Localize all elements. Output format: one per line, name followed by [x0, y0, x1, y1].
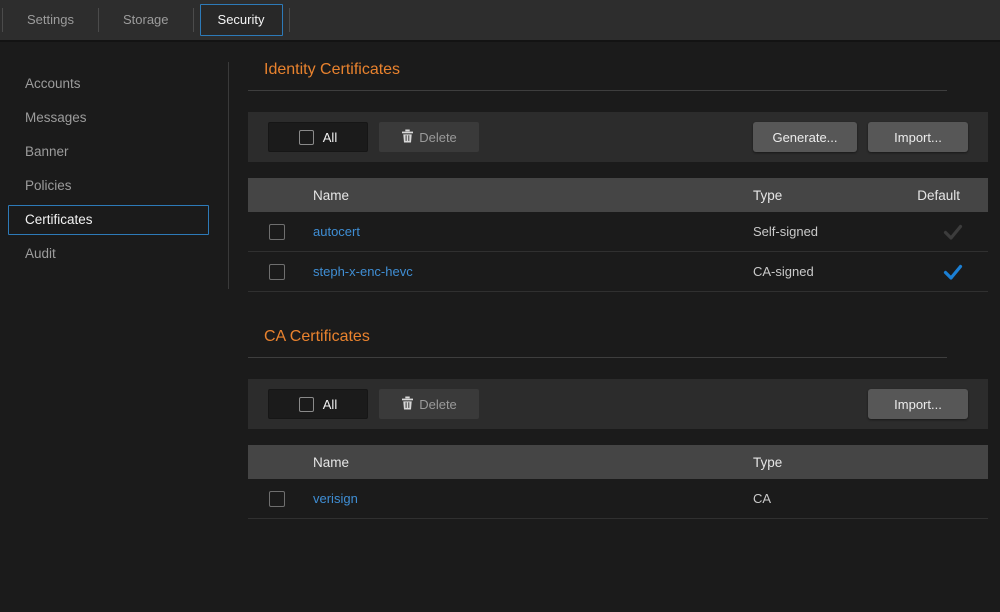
- select-all-button[interactable]: All: [268, 122, 368, 152]
- table-header: Name Type: [248, 445, 988, 479]
- ca-certificates-table: Name Type verisign CA: [248, 445, 988, 519]
- tab-storage[interactable]: Storage: [99, 0, 193, 41]
- delete-label: Delete: [419, 397, 457, 412]
- select-all-label: All: [323, 130, 337, 145]
- sidebar-item-certificates[interactable]: Certificates: [8, 205, 209, 235]
- column-header-default: Default: [908, 188, 988, 203]
- table-row: steph-x-enc-hevc CA-signed: [248, 252, 988, 292]
- delete-label: Delete: [419, 130, 457, 145]
- default-check-icon[interactable]: [942, 223, 964, 241]
- row-checkbox[interactable]: [269, 224, 285, 240]
- column-header-name: Name: [313, 455, 753, 470]
- sidebar-item-policies[interactable]: Policies: [8, 171, 209, 201]
- import-button[interactable]: Import...: [868, 389, 968, 419]
- title-divider: [248, 357, 947, 358]
- select-all-button[interactable]: All: [268, 389, 368, 419]
- row-checkbox[interactable]: [269, 491, 285, 507]
- column-header-type: Type: [753, 455, 988, 470]
- tab-separator: [289, 8, 290, 32]
- delete-button[interactable]: Delete: [379, 122, 479, 152]
- sidebar-divider: [228, 62, 229, 289]
- sidebar-item-audit[interactable]: Audit: [8, 239, 209, 269]
- identity-certificates-table: Name Type Default autocert Self-signed: [248, 178, 988, 292]
- default-check-icon[interactable]: [942, 263, 964, 281]
- tab-security[interactable]: Security: [200, 4, 283, 36]
- certificate-link[interactable]: verisign: [313, 491, 358, 506]
- certificate-type: CA: [753, 491, 988, 506]
- certificate-link[interactable]: autocert: [313, 224, 360, 239]
- certificate-link[interactable]: steph-x-enc-hevc: [313, 264, 413, 279]
- import-button[interactable]: Import...: [868, 122, 968, 152]
- tab-settings[interactable]: Settings: [3, 0, 98, 41]
- identity-certificates-section: Identity Certificates All: [248, 61, 988, 292]
- sidebar-item-banner[interactable]: Banner: [8, 137, 209, 167]
- row-checkbox[interactable]: [269, 264, 285, 280]
- identity-certificates-title: Identity Certificates: [248, 61, 988, 79]
- column-header-name: Name: [313, 188, 753, 203]
- identity-toolbar: All Delete Generate...: [248, 112, 988, 162]
- select-all-checkbox[interactable]: [299, 397, 314, 412]
- select-all-label: All: [323, 397, 337, 412]
- table-row: verisign CA: [248, 479, 988, 519]
- sidebar-item-accounts[interactable]: Accounts: [8, 69, 209, 99]
- ca-certificates-title: CA Certificates: [248, 328, 988, 346]
- certificate-type: CA-signed: [753, 264, 908, 279]
- top-tab-bar: Settings Storage Security: [0, 0, 1000, 42]
- certificate-type: Self-signed: [753, 224, 908, 239]
- title-divider: [248, 90, 947, 91]
- ca-certificates-section: CA Certificates All: [248, 328, 988, 519]
- main-content: Identity Certificates All: [248, 42, 988, 610]
- delete-button[interactable]: Delete: [379, 389, 479, 419]
- trash-icon: [401, 129, 414, 146]
- sidebar: Accounts Messages Banner Policies Certif…: [0, 42, 228, 610]
- table-row: autocert Self-signed: [248, 212, 988, 252]
- select-all-checkbox[interactable]: [299, 130, 314, 145]
- sidebar-item-messages[interactable]: Messages: [8, 103, 209, 133]
- generate-button[interactable]: Generate...: [753, 122, 857, 152]
- column-header-type: Type: [753, 188, 908, 203]
- ca-toolbar: All Delete Import...: [248, 379, 988, 429]
- trash-icon: [401, 396, 414, 413]
- tab-separator: [193, 8, 194, 32]
- table-header: Name Type Default: [248, 178, 988, 212]
